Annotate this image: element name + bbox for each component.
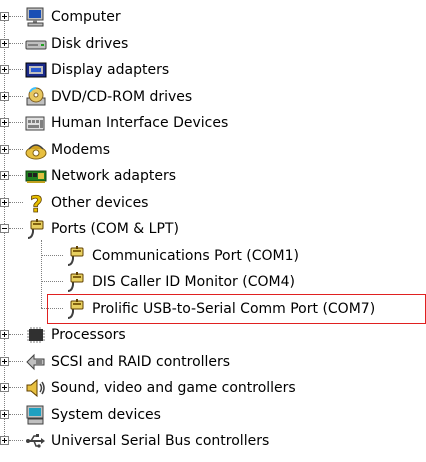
expand-icon[interactable] (0, 38, 9, 48)
tree-item-label: Modems (51, 141, 111, 158)
tree-item-modems[interactable]: Modems (0, 137, 426, 163)
tree-item-system-devices[interactable]: System devices (0, 402, 426, 428)
tree-item-computer[interactable]: Computer (0, 4, 426, 30)
collapse-icon[interactable] (0, 224, 9, 233)
tree-item-display-adapters[interactable]: Display adapters (0, 57, 426, 83)
tree-connector (9, 148, 23, 150)
tree-item-label: Other devices (51, 194, 149, 211)
tree-item-dvd-cd-rom-drives[interactable]: DVD/CD-ROM drives (0, 84, 426, 110)
tree-connector (9, 122, 23, 123)
tree-item-scsi-and-raid-controllers[interactable]: SCSI and RAID controllers (0, 349, 426, 375)
tree-item-label: Display adapters (51, 62, 170, 78)
expand-icon[interactable] (0, 65, 9, 74)
tree-item-ports-com-lpt[interactable]: Ports (COM & LPT) (0, 216, 426, 242)
tree-item-label: Communications Port (COM1) (92, 247, 299, 264)
expand-icon[interactable] (0, 409, 9, 419)
tree-item-dis-caller-id-monitor-com4[interactable]: DIS Caller ID Monitor (COM4) (0, 269, 426, 295)
usb-icon (24, 430, 48, 452)
port-icon (64, 245, 88, 267)
tree-connector (41, 254, 63, 256)
processor-icon (24, 324, 48, 346)
network-adapter-icon (24, 165, 48, 187)
tree-item-prolific-usb-to-serial-comm-port-com7[interactable]: Prolific USB-to-Serial Comm Port (COM7) (0, 293, 426, 324)
disk-drive-icon (24, 33, 48, 55)
tree-item-disk-drives[interactable]: Disk drives (0, 31, 426, 57)
tree-item-label: System devices (51, 406, 161, 423)
tree-item-network-adapters[interactable]: Network adapters (0, 163, 426, 189)
expand-icon[interactable] (0, 12, 9, 21)
tree-item-label: Network adapters (51, 168, 176, 184)
tree-item-label: SCSI and RAID controllers (51, 353, 231, 370)
tree-item-universal-serial-bus-controllers[interactable]: Universal Serial Bus controllers (0, 428, 426, 454)
port-icon (24, 218, 48, 240)
expand-icon[interactable] (0, 171, 9, 180)
expand-icon[interactable] (0, 118, 9, 127)
tree-item-other-devices[interactable]: ? Other devices (0, 190, 426, 218)
tree-connector (9, 334, 23, 335)
scsi-icon (24, 351, 48, 373)
tree-connector (9, 360, 23, 362)
tree-item-label: Sound, video and game controllers (51, 380, 296, 396)
unknown-device-icon: ? (24, 192, 48, 218)
tree-connector (9, 201, 23, 203)
expand-icon[interactable] (0, 91, 9, 101)
highlight-box (47, 293, 426, 324)
expand-icon[interactable] (0, 330, 9, 339)
tree-connector (9, 387, 23, 388)
expand-icon[interactable] (0, 436, 9, 445)
expand-icon[interactable] (0, 383, 9, 392)
tree-item-processors[interactable]: Processors (0, 322, 426, 348)
modem-icon (24, 139, 48, 161)
tree-item-label: Human Interface Devices (51, 115, 229, 131)
port-icon (64, 271, 88, 293)
tree-connector (9, 69, 23, 70)
device-tree: Computer Disk drives Display adapters DVD/C… (0, 0, 426, 462)
tree-connector (41, 281, 63, 282)
tree-connector (9, 95, 23, 97)
hid-icon (24, 112, 48, 134)
expand-icon[interactable] (0, 144, 9, 154)
cdrom-icon (24, 86, 48, 108)
computer-icon (24, 6, 48, 28)
tree-connector (9, 413, 23, 415)
svg-text:?: ? (30, 193, 43, 214)
tree-connector (9, 228, 23, 229)
tree-connector (9, 42, 23, 44)
tree-item-human-interface-devices[interactable]: Human Interface Devices (0, 110, 426, 136)
expand-icon[interactable] (0, 356, 9, 366)
tree-item-label: Processors (51, 327, 126, 343)
tree-item-communications-port-com1[interactable]: Communications Port (COM1) (0, 243, 426, 269)
tree-item-label: Universal Serial Bus controllers (51, 433, 270, 449)
tree-item-label: DIS Caller ID Monitor (COM4) (92, 274, 295, 290)
tree-item-label: Ports (COM & LPT) (51, 221, 179, 237)
sound-icon (24, 377, 48, 399)
tree-item-label: Disk drives (51, 35, 129, 52)
tree-connector (9, 175, 23, 176)
tree-connector (9, 16, 23, 17)
system-device-icon (24, 404, 48, 426)
expand-icon[interactable] (0, 197, 9, 207)
tree-item-label: Computer (51, 9, 121, 25)
tree-connector (9, 440, 23, 441)
tree-item-label: DVD/CD-ROM drives (51, 88, 193, 105)
tree-item-sound-video-and-game-controllers[interactable]: Sound, video and game controllers (0, 375, 426, 401)
display-adapter-icon (24, 59, 48, 81)
